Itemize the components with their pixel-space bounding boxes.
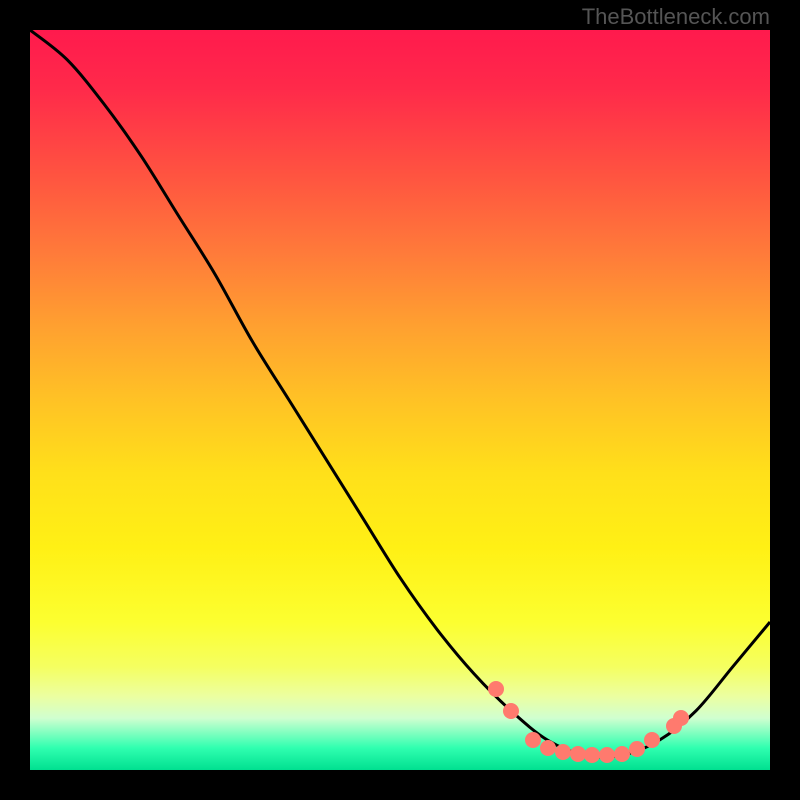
data-point	[525, 732, 541, 748]
plot-area	[30, 30, 770, 770]
data-point	[488, 681, 504, 697]
watermark-text: TheBottleneck.com	[582, 4, 770, 30]
data-point	[503, 703, 519, 719]
data-point	[644, 732, 660, 748]
data-point	[614, 746, 630, 762]
data-point	[599, 747, 615, 763]
data-point	[584, 747, 600, 763]
chart-container: TheBottleneck.com	[0, 0, 800, 800]
data-point	[555, 744, 571, 760]
data-point	[629, 741, 645, 757]
data-point	[570, 746, 586, 762]
data-point	[673, 710, 689, 726]
data-point	[540, 740, 556, 756]
